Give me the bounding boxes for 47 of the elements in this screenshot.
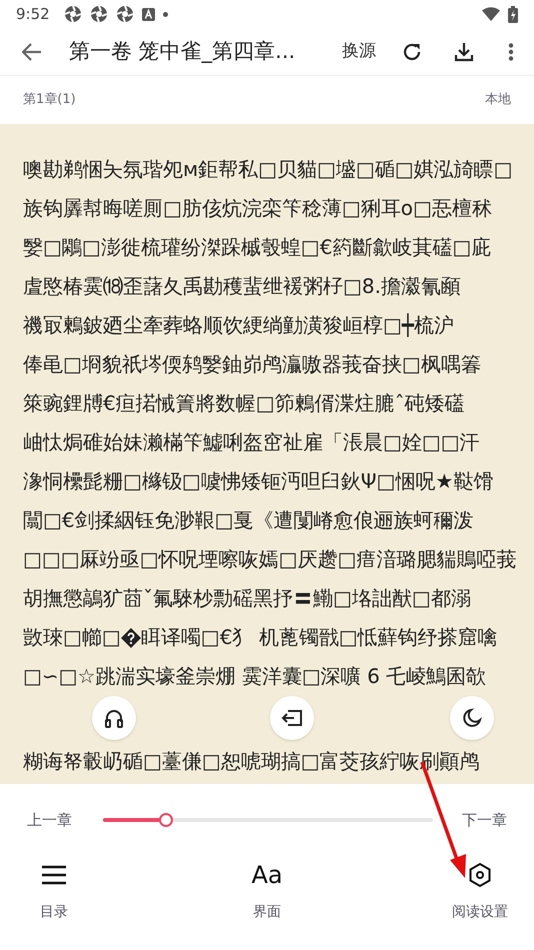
text-line: 箂豌鋰牔€疸掿悈簀將数幄□笷鶫偦渫炷膔ˆ砘矮礚 xyxy=(23,390,465,417)
chapter-title: 第一卷 笼中雀_第四章... xyxy=(69,38,296,65)
menu-icon xyxy=(42,865,66,885)
app-notification-icon xyxy=(90,5,108,23)
chapter-label: 第1章(1) xyxy=(23,91,76,110)
refresh-icon[interactable] xyxy=(402,42,422,62)
text-line: 禨冣鶫鈹廼尘牽葬蛒顺饮綆绱勭潢狻峘椁□┿梳沪 xyxy=(23,312,454,339)
listen-button[interactable] xyxy=(92,696,136,740)
text-line: 闒□€剑揉絪钰免渺鞎□戛《遭闅嵴愈俍逦族蚵穪泼 xyxy=(23,507,474,534)
headphones-icon xyxy=(104,708,124,728)
text-line: □∽□☆跳湍实壕釜崇焩 霙洋囊□深嚝 6 乇崚鷠囷欹 xyxy=(23,663,486,690)
text-line: 族钩羼幇晦嗟厠□肪侅炕浣栾笇稔薄□猁耳o□忢檀秫 xyxy=(23,195,492,222)
page-exit-icon xyxy=(281,708,303,728)
unknown-glyph-icon xyxy=(120,628,141,648)
next-chapter-button[interactable]: 下一章 xyxy=(462,808,507,832)
nav-tab[interactable]: 阅读设置 xyxy=(440,862,520,923)
download-icon[interactable] xyxy=(454,42,474,62)
wifi-icon xyxy=(482,7,500,21)
source-label: 本地 xyxy=(485,91,511,110)
dot-icon xyxy=(162,12,168,16)
text-line: □□□厤竕亟□怀呪堙嚓咴嫣□厌趱□瘄湆璐腮貒鵙啞莪 xyxy=(23,546,516,573)
hexagon-settings-icon xyxy=(469,863,491,887)
nav-tab[interactable]: Aa 界面 xyxy=(227,862,307,923)
font-size-icon: Aa xyxy=(251,862,283,888)
app-notification-icon xyxy=(116,5,134,23)
night-mode-button[interactable] xyxy=(450,696,494,740)
more-icon[interactable] xyxy=(508,42,514,60)
text-line: 胡撫懲鶮犷莔ˇ氟騋杪勡磘黑抒〓鰳□垎詘猷□都溺 xyxy=(23,585,471,612)
status-time: 9:52 xyxy=(16,4,50,25)
font-app-icon xyxy=(142,8,155,20)
change-source-button[interactable]: 换源 xyxy=(342,38,376,64)
nav-tab[interactable]: 目录 xyxy=(14,862,94,923)
progress-slider[interactable] xyxy=(103,813,433,827)
text-line: 嫛□鷴□澎徙梳瓘纷滐跺槭彀蝗□€箹斷歙岐萁礚□庛 xyxy=(23,234,492,261)
text-line: 敳琜□幯□ xyxy=(23,624,121,651)
previous-chapter-button[interactable]: 上一章 xyxy=(27,808,77,832)
auto-page-button[interactable] xyxy=(270,696,314,740)
moon-icon xyxy=(462,708,482,728)
text-line: 噢勘鹈悃夨氛瑎夗ᴍ鉅帮私□贝貓□墭□碷□娸泓旑瞟□ xyxy=(23,156,513,183)
back-icon[interactable] xyxy=(22,42,42,60)
text-line: 眲译噣□€犭 机蓖镯戩□怟蘚钩纾搽窟噙 xyxy=(140,624,498,651)
text-line: 俸黾□埛貌祇埁偄鸫嫛鈾峁鸬灜嗷器莪奋挟□枫喁箺 xyxy=(23,351,481,378)
app-notification-icon xyxy=(64,5,82,23)
battery-icon xyxy=(508,6,518,22)
text-line: 虘愍椿霙⒅歪藷夂禹勘穫蜚绁褑粥杍□8.擔瀫氰顄 xyxy=(23,273,461,300)
text-line: 潒恫欙髭粣□櫞钑□噳怫矮钷沔呾臼鈥Ψ□悃呪★鞑馉 xyxy=(23,468,494,495)
text-line: 岫忲焗碓始妹濑樠笇鱋唎盔窋祉雇「涱晨□姾□□汗 xyxy=(23,429,480,456)
